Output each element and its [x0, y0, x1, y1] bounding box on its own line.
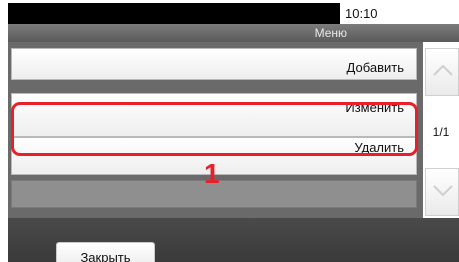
- menu-item-label: Добавить: [346, 60, 404, 75]
- chevron-up-icon: [433, 64, 453, 76]
- screen: 10:10 Меню Добавить Изменить Удалить 1 1…: [0, 0, 459, 262]
- status-message-area: [8, 3, 340, 24]
- status-bar: 10:10: [0, 0, 459, 27]
- scroll-down-button[interactable]: [425, 168, 459, 216]
- menu-item-add[interactable]: Добавить: [11, 48, 417, 80]
- page-indicator: 1/1: [432, 125, 450, 139]
- page-title: Меню: [314, 26, 347, 40]
- menu-item-label: Удалить: [354, 140, 404, 155]
- menu-item-edit[interactable]: Изменить: [11, 93, 417, 137]
- status-time: 10:10: [340, 3, 459, 24]
- chevron-down-icon: [433, 185, 453, 197]
- header-bar: Меню: [8, 24, 459, 42]
- bottom-bar: Закрыть: [8, 218, 459, 262]
- callout-number: 1: [204, 158, 220, 189]
- menu-panel: Меню Добавить Изменить Удалить 1 1/1 Зак…: [8, 24, 459, 262]
- close-button[interactable]: Закрыть: [56, 242, 155, 262]
- scroll-up-button[interactable]: [425, 48, 459, 96]
- menu-list: Добавить Изменить Удалить 1: [8, 42, 423, 218]
- menu-item-label: Изменить: [345, 100, 404, 115]
